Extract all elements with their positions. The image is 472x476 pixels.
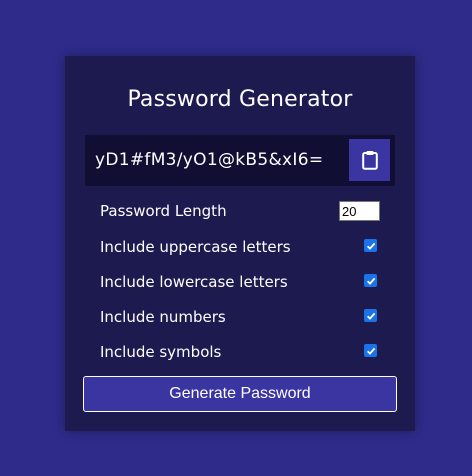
setting-symbols: Include symbols [100, 340, 381, 364]
symbols-label: Include symbols [100, 343, 222, 361]
checkmark-icon [366, 347, 375, 355]
uppercase-label: Include uppercase letters [100, 238, 291, 256]
symbols-checkbox[interactable] [364, 344, 377, 357]
setting-lowercase: Include lowercase letters [100, 270, 381, 294]
clipboard-icon [361, 151, 378, 170]
numbers-label: Include numbers [100, 308, 226, 326]
lowercase-label: Include lowercase letters [100, 273, 288, 291]
password-length-input[interactable] [339, 201, 380, 221]
password-result: yD1#fM3/yO1@kB5&xI6= [95, 150, 324, 170]
setting-numbers: Include numbers [100, 305, 381, 329]
numbers-checkbox[interactable] [364, 309, 377, 322]
copy-to-clipboard-button[interactable] [349, 139, 390, 181]
generate-password-button[interactable]: Generate Password [83, 376, 397, 412]
uppercase-checkbox[interactable] [364, 239, 377, 252]
password-generator-card: Password Generator yD1#fM3/yO1@kB5&xI6= … [65, 56, 415, 431]
setting-uppercase: Include uppercase letters [100, 235, 381, 259]
checkmark-icon [366, 312, 375, 320]
checkmark-icon [366, 277, 375, 285]
lowercase-checkbox[interactable] [364, 274, 377, 287]
page-title: Password Generator [127, 87, 353, 112]
setting-password-length: Password Length [100, 199, 381, 223]
password-result-container: yD1#fM3/yO1@kB5&xI6= [85, 135, 395, 186]
password-length-label: Password Length [100, 202, 227, 220]
checkmark-icon [366, 242, 375, 250]
